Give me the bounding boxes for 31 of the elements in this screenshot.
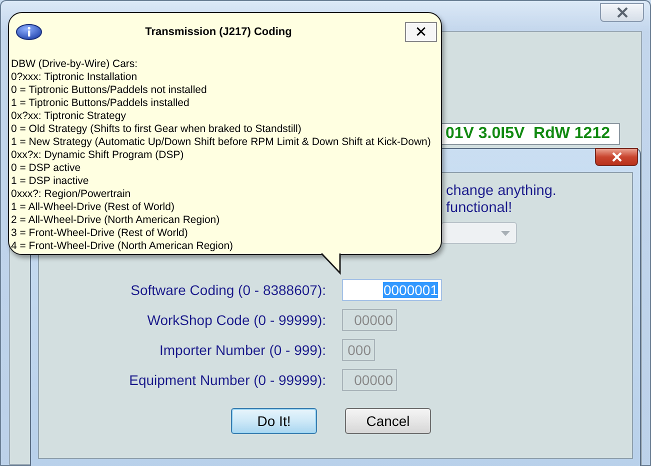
do-it-button[interactable]: Do It! xyxy=(231,408,317,434)
coding-help-line: 0x?xx: Tiptronic Strategy xyxy=(11,110,127,123)
coding-help-line: 1 = DSP inactive xyxy=(11,175,90,188)
close-icon xyxy=(610,152,622,162)
coding-help-line: 3 = Front-Wheel-Drive (Rest of World) xyxy=(11,227,189,240)
info-icon xyxy=(16,24,42,40)
coding-help-line: 0 = DSP active xyxy=(11,162,82,175)
coding-help-line: 1 = All-Wheel-Drive (Rest of World) xyxy=(11,201,176,214)
warning-text: change anything. xyxy=(446,183,558,200)
warning-text: functional! xyxy=(446,200,514,217)
close-icon xyxy=(616,7,628,18)
field-label: WorkShop Code (0 - 99999): xyxy=(147,312,326,328)
input-field[interactable]: 0000001 xyxy=(342,279,442,301)
coding-help-line: 0 = Old Strategy (Shifts to first Gear when braked to Standstill) xyxy=(11,123,302,136)
coding-help-line: 1 = Tiptronic Buttons/Paddels installed xyxy=(11,97,190,110)
coding-help-line: 0?xxx: Tiptronic Installation xyxy=(11,71,138,84)
field-label: Software Coding (0 - 8388607): xyxy=(130,282,326,298)
field-label: Equipment Number (0 - 99999): xyxy=(129,372,326,388)
caret-icon xyxy=(501,230,510,236)
coding-help-line: 2 = All-Wheel-Drive (North American Region) xyxy=(11,214,221,227)
coding-help-line: 0xxx?: Region/Powertrain xyxy=(11,188,132,201)
close-button[interactable] xyxy=(595,148,638,166)
coding-help-line: 0xx?x: Dynamic Shift Program (DSP) xyxy=(11,149,185,162)
close-button[interactable]: ✕ xyxy=(405,22,437,42)
cancel-button[interactable]: Cancel xyxy=(345,408,431,434)
coding-help-line: DBW (Drive-by-Wire) Cars: xyxy=(11,58,139,71)
coding-help-line: 0 = Tiptronic Buttons/Paddels not installed xyxy=(11,84,208,97)
balloon-title: Transmission (J217) Coding xyxy=(144,26,293,38)
field-label: Importer Number (0 - 999): xyxy=(160,342,326,358)
coding-help-line: 4 = Front-Wheel-Drive (North American Region) xyxy=(11,240,234,253)
close-button[interactable] xyxy=(600,3,644,22)
